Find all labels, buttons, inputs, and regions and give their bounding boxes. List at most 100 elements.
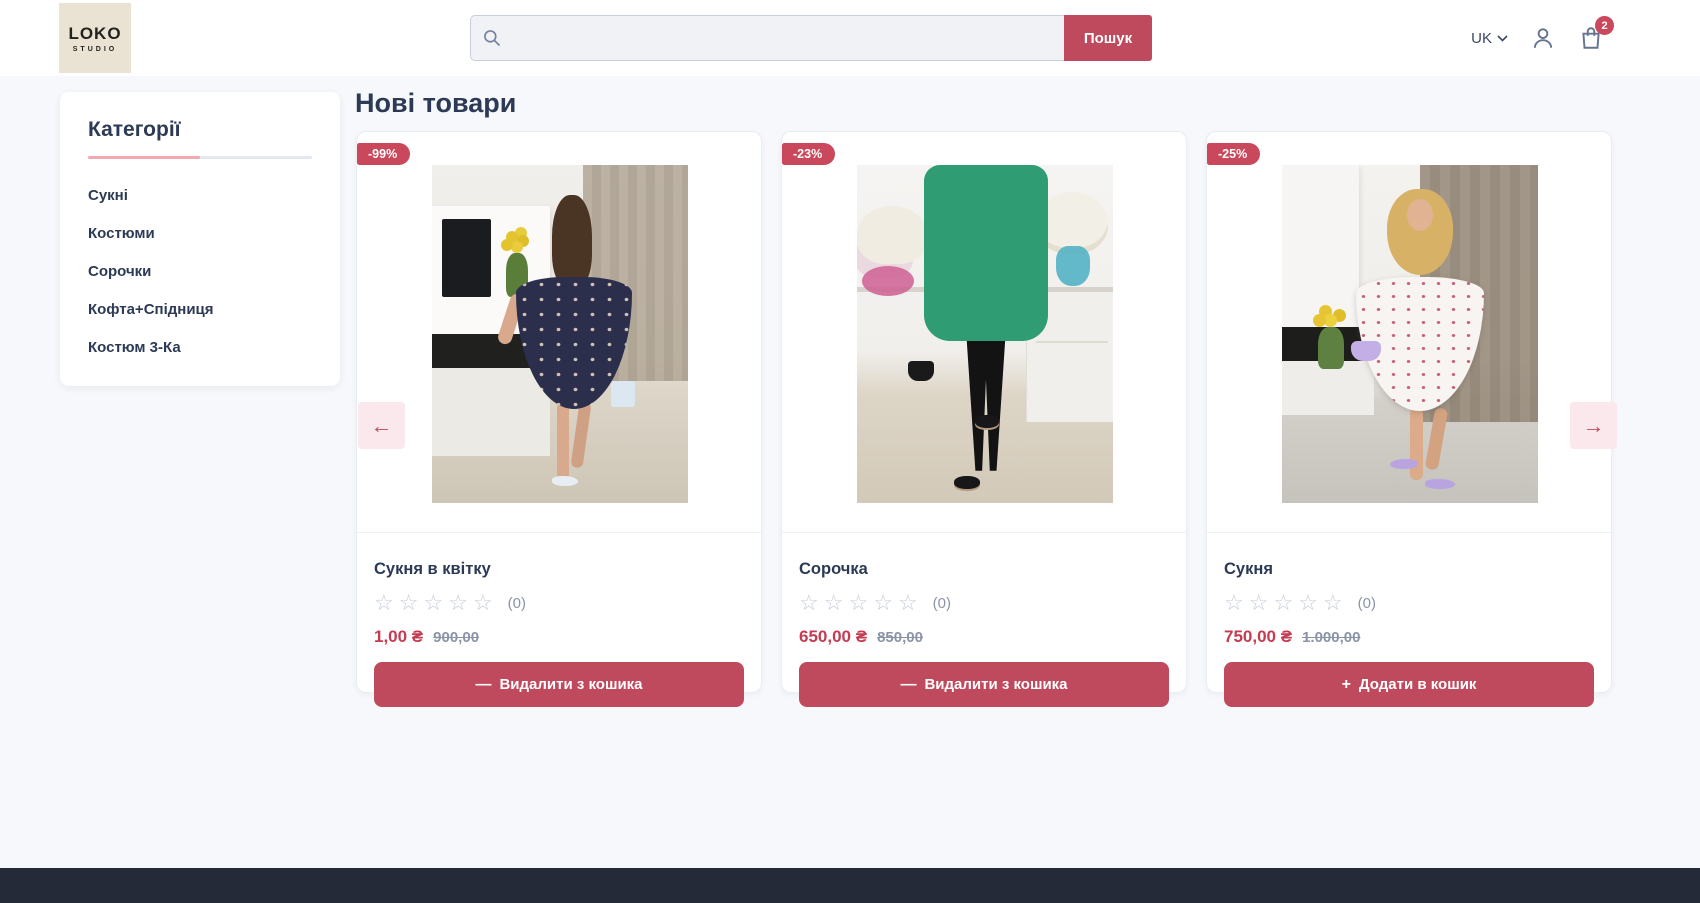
footer <box>0 868 1700 903</box>
product-image-section: -25% <box>1207 132 1611 533</box>
product-title[interactable]: Сукня <box>1224 560 1594 579</box>
photo-decor <box>1390 459 1418 469</box>
star-icon <box>873 590 898 615</box>
price-row: 1,00 ₴ 900,00 <box>374 627 744 647</box>
photo-decor <box>432 368 550 456</box>
page-title: Нові товари <box>355 88 516 119</box>
star-icon <box>448 590 473 615</box>
current-price: 750,00 ₴ <box>1224 627 1292 647</box>
minus-icon: — <box>900 676 916 694</box>
discount-badge: -25% <box>1207 143 1260 165</box>
star-icon <box>898 590 923 615</box>
photo-decor <box>954 476 980 489</box>
photo-decor <box>442 219 491 297</box>
product-carousel: -99% Сукня в квітку <box>356 131 1612 693</box>
store-logo[interactable]: LOKO STUDIO <box>59 3 131 73</box>
account-button[interactable] <box>1530 25 1556 51</box>
star-icon <box>423 590 448 615</box>
photo-decor <box>1410 408 1423 480</box>
header-actions: UK 2 <box>1471 0 1604 76</box>
plus-icon: + <box>1342 676 1351 694</box>
add-to-cart-button[interactable]: + Додати в кошик <box>1224 662 1594 707</box>
rating-row: (0) <box>374 592 744 614</box>
button-label: Видалити з кошика <box>924 676 1067 693</box>
sidebar-item-shirts[interactable]: Сорочки <box>88 263 312 280</box>
cart-count-badge: 2 <box>1595 16 1614 35</box>
star-icon <box>1298 590 1323 615</box>
rating-count: (0) <box>933 595 951 612</box>
product-card: -23% Сорочка (0) <box>781 131 1187 693</box>
language-selector[interactable]: UK <box>1471 30 1508 47</box>
carousel-next-button[interactable]: → <box>1570 402 1617 449</box>
discount-badge: -99% <box>357 143 410 165</box>
button-label: Видалити з кошика <box>499 676 642 693</box>
old-price: 1.000,00 <box>1302 629 1360 646</box>
product-card: -99% Сукня в квітку <box>356 131 762 693</box>
product-title[interactable]: Сорочка <box>799 560 1169 579</box>
current-price: 650,00 ₴ <box>799 627 867 647</box>
button-label: Додати в кошик <box>1359 676 1477 693</box>
categories-panel: Категорії Сукні Костюми Сорочки Кофта+Сп… <box>60 92 340 386</box>
rating-row: (0) <box>1224 592 1594 614</box>
discount-badge: -23% <box>782 143 835 165</box>
photo-decor <box>552 476 578 486</box>
language-label: UK <box>1471 30 1492 47</box>
categories-title: Категорії <box>88 118 312 142</box>
photo-decor <box>975 415 999 428</box>
price-row: 650,00 ₴ 850,00 <box>799 627 1169 647</box>
product-photo[interactable] <box>857 165 1113 503</box>
product-photo[interactable] <box>432 165 688 503</box>
photo-decor <box>557 402 569 480</box>
star-icon <box>824 590 849 615</box>
remove-from-cart-button[interactable]: — Видалити з кошика <box>799 662 1169 707</box>
rating-stars <box>1224 592 1348 614</box>
search-input[interactable] <box>470 15 1064 61</box>
photo-decor <box>1282 361 1374 415</box>
rating-count: (0) <box>1358 595 1376 612</box>
sidebar-item-suit-3pc[interactable]: Костюм 3-Ка <box>88 339 312 356</box>
categories-divider <box>88 156 312 159</box>
old-price: 850,00 <box>877 629 923 646</box>
sidebar-item-suits[interactable]: Костюми <box>88 225 312 242</box>
star-icon <box>799 590 824 615</box>
photo-decor <box>924 165 1048 341</box>
current-price: 1,00 ₴ <box>374 627 423 647</box>
star-icon <box>473 590 498 615</box>
photo-decor <box>862 266 914 296</box>
search-bar: Пошук <box>470 15 1152 61</box>
old-price: 900,00 <box>433 629 479 646</box>
product-image-section: -23% <box>782 132 1186 533</box>
chevron-down-icon <box>1497 35 1508 42</box>
product-photo[interactable] <box>1282 165 1538 503</box>
minus-icon: — <box>475 676 491 694</box>
photo-decor <box>1056 246 1090 286</box>
rating-stars <box>799 592 923 614</box>
search-icon <box>482 28 502 48</box>
carousel-prev-button[interactable]: ← <box>358 402 405 449</box>
photo-decor <box>908 361 934 381</box>
star-icon <box>399 590 424 615</box>
star-icon <box>1273 590 1298 615</box>
star-icon <box>848 590 873 615</box>
logo-line2: STUDIO <box>73 46 117 53</box>
cart-button[interactable]: 2 <box>1578 25 1604 51</box>
rating-count: (0) <box>508 595 526 612</box>
photo-decor <box>571 401 592 468</box>
product-title[interactable]: Сукня в квітку <box>374 560 744 579</box>
product-image-section: -99% <box>357 132 761 533</box>
arrow-left-icon: ← <box>371 413 393 439</box>
star-icon <box>1323 590 1348 615</box>
remove-from-cart-button[interactable]: — Видалити з кошика <box>374 662 744 707</box>
photo-decor <box>1351 341 1381 361</box>
photo-decor <box>1318 327 1344 369</box>
header: LOKO STUDIO Пошук UK 2 <box>0 0 1700 76</box>
photo-decor <box>1313 314 1326 327</box>
star-icon <box>374 590 399 615</box>
photo-decor <box>1425 479 1455 489</box>
logo-line1: LOKO <box>68 24 121 44</box>
product-card: -25% Сукня (0) <box>1206 131 1612 693</box>
search-button[interactable]: Пошук <box>1064 15 1152 61</box>
sidebar-item-top-skirt[interactable]: Кофта+Спідниця <box>88 301 312 318</box>
sidebar-item-dresses[interactable]: Сукні <box>88 187 312 204</box>
arrow-right-icon: → <box>1583 413 1605 439</box>
